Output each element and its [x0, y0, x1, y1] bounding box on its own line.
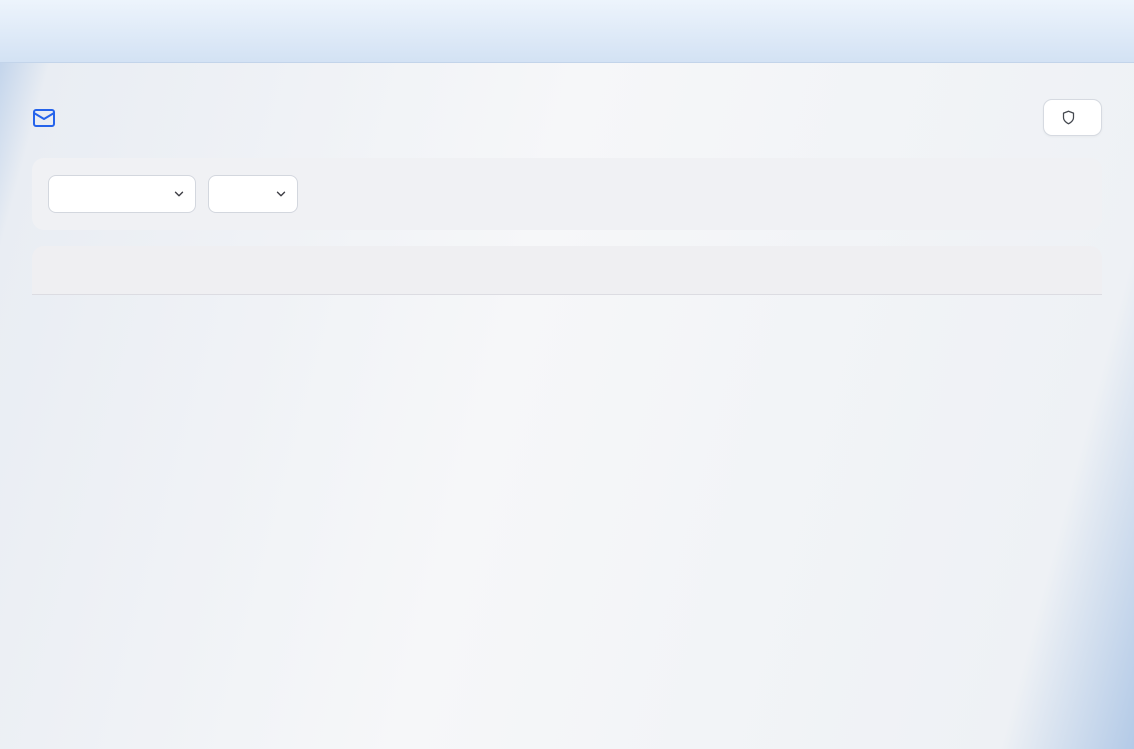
chevron-down-icon — [274, 187, 288, 201]
main-content — [0, 99, 1134, 295]
navbar — [0, 0, 1134, 63]
table-header-row — [32, 246, 1102, 295]
chevron-down-icon — [172, 187, 186, 201]
shield-icon — [1061, 110, 1076, 125]
account-filter-select[interactable] — [48, 175, 196, 213]
judgement-filter-select[interactable] — [208, 175, 298, 213]
rule-management-button[interactable] — [1043, 99, 1102, 136]
mail-history-table — [32, 246, 1102, 295]
filter-bar — [32, 158, 1102, 230]
mail-icon — [32, 106, 56, 130]
page-header — [32, 99, 1102, 136]
